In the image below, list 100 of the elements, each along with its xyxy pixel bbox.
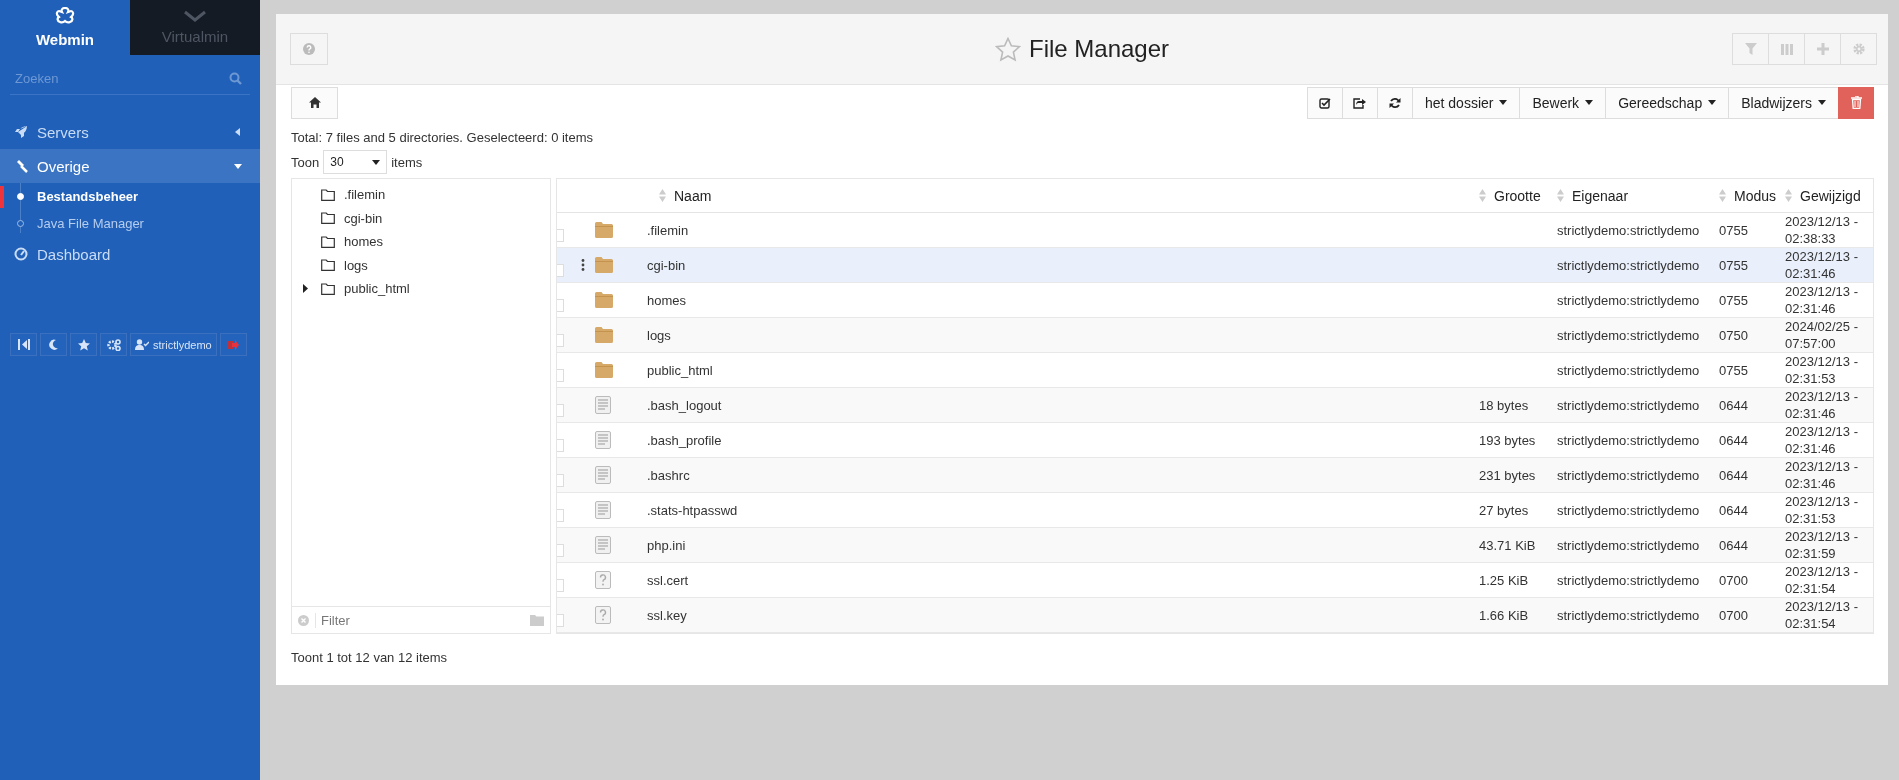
file-owner: strictlydemo:strictlydemo <box>1557 537 1701 553</box>
dropdown-button[interactable]: Bewerk <box>1519 86 1607 119</box>
row-checkbox[interactable] <box>557 403 564 417</box>
unknown-file-icon <box>595 606 611 624</box>
submenu-item[interactable]: Bestandsbeheer <box>17 183 139 210</box>
pagination-text: Toont 1 tot 12 van 12 items <box>291 650 449 665</box>
gears-icon <box>106 338 121 351</box>
search-icon <box>229 72 242 85</box>
folder-outline-icon <box>321 188 335 201</box>
column-header[interactable]: Naam <box>647 187 1479 204</box>
share-button[interactable] <box>1341 86 1378 119</box>
file-row[interactable]: .bash_logout 18 bytes strictlydemo:strictlydemo 0644 2023/12/13 - 02:31:46 <box>557 388 1873 423</box>
home-button[interactable] <box>291 86 338 119</box>
file-name[interactable]: cgi-bin <box>647 257 1479 273</box>
file-name[interactable]: .filemin <box>647 222 1479 238</box>
row-checkbox[interactable] <box>557 578 564 592</box>
menu-item[interactable]: Dashboard <box>0 237 260 271</box>
tree-item[interactable]: .filemin <box>292 183 550 207</box>
star-outline-icon[interactable] <box>994 36 1021 62</box>
menu-item[interactable]: Servers <box>0 115 260 149</box>
tree-item[interactable]: cgi-bin <box>292 206 550 230</box>
clear-icon[interactable] <box>298 614 309 626</box>
file-name[interactable]: ssl.key <box>647 607 1479 623</box>
sort-icon <box>1479 189 1486 202</box>
file-name[interactable]: .bash_logout <box>647 397 1479 413</box>
logo-icon <box>55 7 75 25</box>
row-checkbox[interactable] <box>557 613 564 627</box>
tree-item[interactable]: logs <box>292 253 550 277</box>
file-name[interactable]: logs <box>647 327 1479 343</box>
tree-item[interactable]: homes <box>292 230 550 254</box>
file-name[interactable]: .bash_profile <box>647 432 1479 448</box>
help-button[interactable] <box>290 33 328 65</box>
file-owner: strictlydemo:strictlydemo <box>1557 362 1701 378</box>
column-header[interactable]: Grootte <box>1479 187 1557 204</box>
column-header[interactable]: Eigenaar <box>1557 187 1719 204</box>
file-owner: strictlydemo:strictlydemo <box>1557 292 1701 308</box>
row-checkbox[interactable] <box>557 333 564 347</box>
column-header[interactable]: Modus <box>1719 187 1785 204</box>
row-checkbox[interactable] <box>557 508 564 522</box>
column-header[interactable]: Gewijzigd <box>1785 187 1873 204</box>
rocket-icon <box>14 125 28 139</box>
file-name[interactable]: ssl.cert <box>647 572 1479 588</box>
collapse-button[interactable] <box>10 333 37 356</box>
active-indicator <box>0 185 4 208</box>
row-checkbox[interactable] <box>557 438 564 452</box>
file-modified: 2023/12/13 - 02:31:54 <box>1785 563 1859 597</box>
sort-icon <box>1719 189 1726 202</box>
kebab-menu-icon[interactable] <box>581 259 585 271</box>
row-checkbox[interactable] <box>557 473 564 487</box>
file-modified: 2024/02/25 - 07:57:00 <box>1785 318 1859 352</box>
caret-icon <box>372 159 381 165</box>
expand-icon[interactable] <box>303 284 308 294</box>
columns-icon <box>1780 43 1793 55</box>
file-row[interactable]: php.ini 43.71 KiB strictlydemo:strictlydemo 0644 2023/12/13 - 02:31:59 <box>557 528 1873 563</box>
columns-button[interactable] <box>1768 33 1805 65</box>
logout-button[interactable] <box>219 333 247 356</box>
folder-icon[interactable] <box>530 614 544 626</box>
text-file-icon <box>595 431 611 449</box>
dropdown-button[interactable]: het dossier <box>1411 86 1521 119</box>
add-button[interactable] <box>1804 33 1841 65</box>
file-size: 18 bytes <box>1479 397 1529 413</box>
tree-item[interactable]: public_html <box>292 277 550 301</box>
file-mode: 0644 <box>1719 502 1749 518</box>
folder-icon <box>595 292 613 308</box>
theme-button[interactable] <box>40 333 67 356</box>
search-field[interactable]: Zoeken <box>15 71 229 86</box>
submenu-item[interactable]: Java File Manager <box>17 210 144 237</box>
menu-item[interactable]: Overige <box>0 149 260 183</box>
settings-button[interactable] <box>100 333 127 356</box>
file-name[interactable]: .bashrc <box>647 467 1479 483</box>
moon-icon <box>48 339 59 350</box>
file-name[interactable]: .stats-htpasswd <box>647 502 1479 518</box>
user-icon <box>135 339 149 350</box>
favorites-button[interactable] <box>70 333 97 356</box>
file-row[interactable]: ssl.key 1.66 KiB strictlydemo:strictlydemo 0700 2023/12/13 - 02:31:54 <box>557 598 1873 633</box>
row-checkbox[interactable] <box>557 298 564 312</box>
plus-icon <box>1816 43 1829 55</box>
file-name[interactable]: public_html <box>647 362 1479 378</box>
file-name[interactable]: php.ini <box>647 537 1479 553</box>
file-mode: 0700 <box>1719 607 1749 623</box>
row-checkbox[interactable] <box>557 543 564 557</box>
file-row[interactable]: cgi-bin strictlydemo:strictlydemo 0755 2023/12/13 - 02:31:46 <box>557 248 1873 283</box>
row-checkbox[interactable] <box>557 263 564 277</box>
file-row[interactable]: logs strictlydemo:strictlydemo 0750 2024/02/25 - 07:57:00 <box>557 318 1873 353</box>
file-row[interactable]: .bashrc 231 bytes strictlydemo:strictlydemo 0644 2023/12/13 - 02:31:46 <box>557 458 1873 493</box>
page-size-select[interactable]: 30 <box>323 150 388 174</box>
page-title: File Manager <box>1028 35 1170 63</box>
checkbox-icon <box>1318 96 1331 109</box>
dropdown-button[interactable]: Bladwijzers <box>1728 86 1839 119</box>
file-name[interactable]: homes <box>647 292 1479 308</box>
delete-button[interactable] <box>1838 86 1874 119</box>
file-size: 1.66 KiB <box>1479 607 1529 623</box>
select-all-button[interactable] <box>1306 86 1343 119</box>
folder-icon <box>595 327 613 343</box>
user-button[interactable]: strictlydemo <box>130 333 217 356</box>
filter-button[interactable] <box>1732 33 1769 65</box>
row-checkbox[interactable] <box>557 228 564 242</box>
row-checkbox[interactable] <box>557 368 564 382</box>
refresh-button[interactable] <box>1376 86 1413 119</box>
dropdown-button[interactable]: Gereedschap <box>1605 86 1730 119</box>
